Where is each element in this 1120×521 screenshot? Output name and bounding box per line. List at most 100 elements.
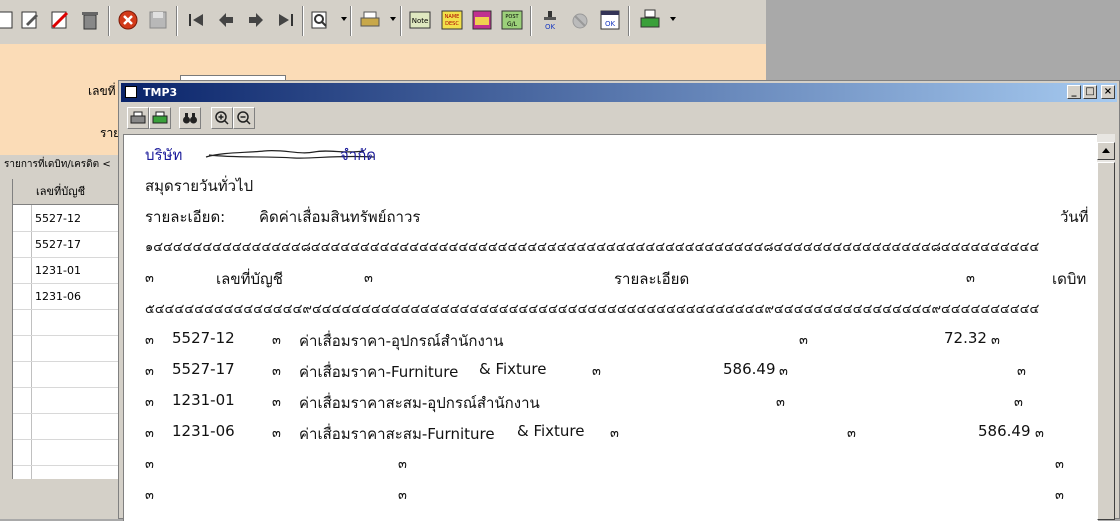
svg-text:OK: OK [605, 20, 616, 28]
zoom-out-icon[interactable] [233, 107, 255, 129]
report-toolbar [123, 105, 1115, 131]
zoom-in-icon[interactable] [211, 107, 233, 129]
row-account: 1231-01 [172, 391, 235, 409]
report-icon[interactable] [470, 8, 494, 32]
new-icon[interactable] [0, 8, 18, 32]
first-record-icon[interactable] [184, 8, 208, 32]
column-separator: ๓ [991, 333, 1000, 348]
window-title: TMP3 [143, 86, 178, 99]
main-toolbar: Note NAME DESC POST G/L OK OK [0, 0, 766, 45]
binoculars-icon[interactable] [179, 107, 201, 129]
tmp3-report-window: TMP3 _ □ × บริษัท จำกัด สมุดรายวันทั่วไป… [118, 80, 1120, 521]
column-separator: ๓ [799, 333, 808, 348]
trash-icon[interactable] [78, 8, 102, 32]
detail-label: รายละเอียด: [145, 208, 226, 226]
vertical-scrollbar[interactable] [1097, 134, 1115, 520]
chevron-down-icon[interactable] [670, 17, 676, 21]
chevron-down-icon[interactable] [341, 17, 347, 21]
column-separator: ๓ [272, 333, 281, 348]
row-debit: 72.32 [944, 329, 987, 347]
column-header-account[interactable]: เลขที่บัญชี [13, 179, 121, 205]
row-debit: 586.49 [723, 360, 776, 378]
cancel-icon[interactable] [116, 8, 140, 32]
row-account: 5527-12 [172, 329, 235, 347]
column-separator: ๓ [398, 488, 407, 503]
last-record-icon[interactable] [274, 8, 298, 32]
column-separator: ๓ [145, 395, 154, 410]
row-account: 1231-06 [172, 422, 235, 440]
column-separator: ๓ [145, 488, 154, 503]
table-row[interactable] [13, 336, 121, 362]
company-name-tail: จำกัด [340, 146, 377, 164]
search-icon[interactable] [308, 8, 332, 32]
column-separator: ๓ [592, 364, 601, 379]
column-separator: ๓ [1035, 426, 1044, 441]
print-preview-icon[interactable] [638, 8, 662, 32]
table-row[interactable] [13, 388, 121, 414]
column-separator: ๓ [847, 426, 856, 441]
window-icon [125, 86, 137, 98]
printer-icon[interactable] [358, 8, 382, 32]
column-separator: ๓ [272, 364, 281, 379]
delete-record-icon[interactable] [48, 8, 72, 32]
table-row[interactable]: 1231-01 [13, 258, 121, 284]
column-separator: ๓ [364, 271, 373, 286]
toolbar-separator [350, 6, 352, 36]
disabled-icon[interactable] [568, 8, 592, 32]
column-separator: ๓ [1017, 364, 1026, 379]
close-button[interactable]: × [1101, 85, 1115, 99]
table-row[interactable] [13, 362, 121, 388]
note-icon[interactable]: Note [408, 8, 432, 32]
form-label-number: เลขที่ [88, 84, 116, 98]
row-description: ค่าเสื่อมราคา-อุปกรณ์สำนักงาน [299, 332, 504, 350]
column-header-account: เลขที่บัญชี [216, 270, 283, 288]
table-row[interactable]: 5527-17 [13, 232, 121, 258]
prev-record-icon[interactable] [214, 8, 238, 32]
post-gl-icon[interactable]: POST G/L [500, 8, 524, 32]
report-heading: สมุดรายวันทั่วไป [145, 177, 254, 195]
row-credit: 586.49 [978, 422, 1031, 440]
scroll-thumb[interactable] [1097, 162, 1115, 520]
svg-text:G/L: G/L [507, 21, 518, 28]
svg-text:OK: OK [545, 23, 556, 31]
entries-grid[interactable]: เลขที่บัญชี 5527-12 5527-17 1231-01 1231… [12, 179, 121, 479]
table-row[interactable] [13, 414, 121, 440]
print-setup-icon[interactable] [149, 107, 171, 129]
column-separator: ๓ [966, 271, 975, 286]
print-icon[interactable] [127, 107, 149, 129]
toolbar-separator [108, 6, 110, 36]
scroll-up-button[interactable] [1097, 142, 1115, 160]
column-separator: ๓ [272, 395, 281, 410]
company-label: บริษัท [145, 146, 183, 164]
column-separator: ๓ [145, 364, 154, 379]
table-border-top: ๑๔๔๔๔๔๔๔๔๔๔๔๔๔๔๔๘๔๔๔๔๔๔๔๔๔๔๔๔๔๔๔๔๔๔๔๔๔๔๔… [145, 240, 1040, 255]
row-description: ค่าเสื่อมราคาสะสม-Furniture [299, 425, 495, 443]
name-desc-icon[interactable]: NAME DESC [440, 8, 464, 32]
svg-text:POST: POST [505, 14, 519, 20]
table-row[interactable] [13, 440, 121, 466]
row-account: 5527-17 [172, 360, 235, 378]
column-separator: ๓ [398, 457, 407, 472]
column-separator: ๓ [776, 395, 785, 410]
detail-value: คิดค่าเสื่อมสินทรัพย์ถาวร [259, 208, 421, 226]
window-titlebar[interactable]: TMP3 _ □ × [121, 83, 1117, 102]
date-label: วันที่ [1060, 208, 1089, 226]
next-record-icon[interactable] [244, 8, 268, 32]
edit-icon[interactable] [18, 8, 42, 32]
ok-window-icon[interactable]: OK [598, 8, 622, 32]
maximize-button[interactable]: □ [1083, 85, 1097, 99]
toolbar-separator [400, 6, 402, 36]
chevron-down-icon[interactable] [390, 17, 396, 21]
table-row[interactable] [13, 310, 121, 336]
column-separator: ๓ [1014, 395, 1023, 410]
ok-stamp-icon[interactable]: OK [538, 8, 562, 32]
table-row[interactable]: 5527-12 [13, 206, 121, 232]
save-icon[interactable] [146, 8, 170, 32]
minimize-button[interactable]: _ [1067, 85, 1081, 99]
column-separator: ๓ [1055, 457, 1064, 472]
row-description-tail: & Fixture [479, 360, 547, 378]
column-separator: ๓ [145, 333, 154, 348]
table-row[interactable]: 1231-06 [13, 284, 121, 310]
column-separator: ๓ [610, 426, 619, 441]
row-description: ค่าเสื่อมราคา-Furniture [299, 363, 459, 381]
